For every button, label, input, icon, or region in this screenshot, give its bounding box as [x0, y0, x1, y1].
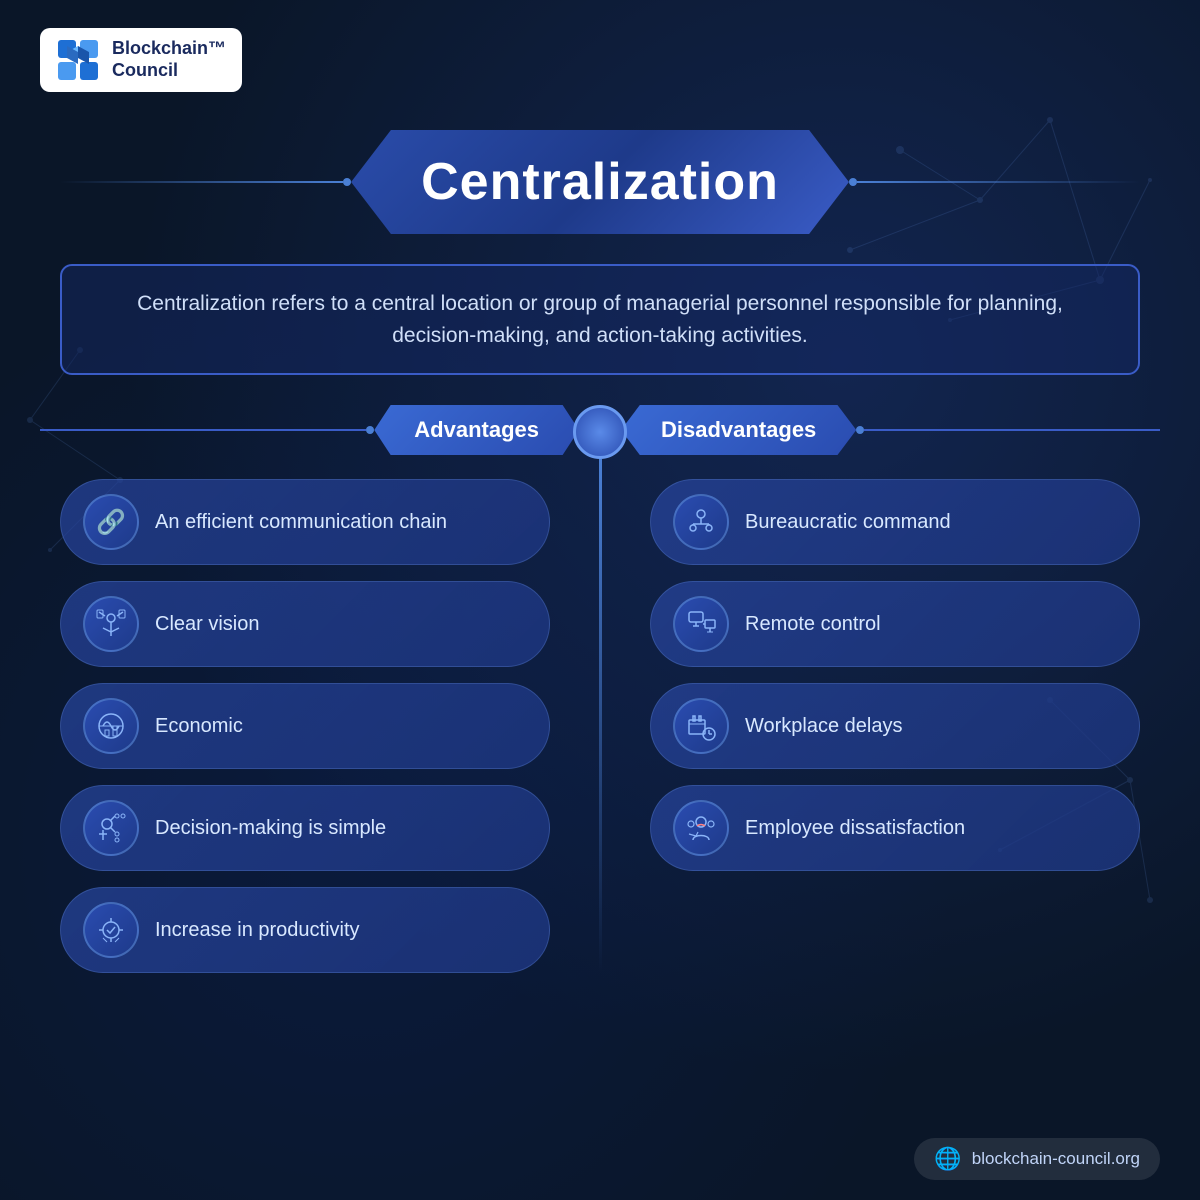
- item-label: Clear vision: [155, 611, 259, 637]
- title-line-left: [60, 181, 343, 183]
- logo-text: Blockchain™ Council: [112, 38, 226, 81]
- description-text: Centralization refers to a central locat…: [102, 288, 1098, 351]
- globe-icon: 🌐: [934, 1146, 961, 1172]
- disadvantages-list: Bureaucratic command: [600, 479, 1160, 871]
- disadvantages-dot: [856, 426, 864, 434]
- logo: Blockchain™ Council: [40, 28, 242, 92]
- advantages-header-wrap: Advantages: [40, 405, 600, 455]
- remote-icon: [673, 596, 729, 652]
- header: Blockchain™ Council: [0, 0, 1200, 120]
- footer: 🌐 blockchain-council.org: [914, 1138, 1160, 1180]
- list-item: Decision-making is simple: [60, 785, 550, 871]
- footer-url: blockchain-council.org: [972, 1149, 1140, 1169]
- economic-icon: [83, 698, 139, 754]
- title-line-right: [857, 181, 1140, 183]
- dissatisfaction-icon: [673, 800, 729, 856]
- list-item: Clear vision: [60, 581, 550, 667]
- item-label: Decision-making is simple: [155, 815, 386, 841]
- bureaucratic-icon: [673, 494, 729, 550]
- disadvantages-line: [864, 429, 1160, 431]
- decision-icon: [83, 800, 139, 856]
- title-dot-left: [343, 178, 351, 186]
- list-item: 🔗 An efficient communication chain: [60, 479, 550, 565]
- advantages-badge: Advantages: [374, 405, 579, 455]
- item-label: Employee dissatisfaction: [745, 815, 965, 841]
- logo-cube-icon: [56, 38, 100, 82]
- communication-icon: 🔗: [83, 494, 139, 550]
- disadvantages-header-wrap: Disadvantages: [600, 405, 1160, 455]
- disadvantages-column: Disadvantages: [600, 405, 1160, 973]
- productivity-icon: [83, 902, 139, 958]
- item-label: Remote control: [745, 611, 881, 637]
- center-line: [599, 459, 602, 973]
- item-label: Workplace delays: [745, 713, 902, 739]
- center-divider: [573, 405, 627, 973]
- item-label: Increase in productivity: [155, 917, 360, 943]
- disadvantages-badge: Disadvantages: [621, 405, 856, 455]
- delays-icon: [673, 698, 729, 754]
- item-label: Bureaucratic command: [745, 509, 951, 535]
- list-item: Economic: [60, 683, 550, 769]
- list-item: Employee dissatisfaction: [650, 785, 1140, 871]
- list-item: Increase in productivity: [60, 887, 550, 973]
- vision-icon: [83, 596, 139, 652]
- page-title: Centralization: [421, 152, 779, 212]
- list-item: Workplace delays: [650, 683, 1140, 769]
- list-item: Bureaucratic command: [650, 479, 1140, 565]
- item-label: An efficient communication chain: [155, 509, 447, 535]
- columns-section: Advantages 🔗 An efficient communication …: [40, 405, 1160, 973]
- title-dot-right: [849, 178, 857, 186]
- list-item: Remote control: [650, 581, 1140, 667]
- title-section: Centralization: [60, 130, 1140, 234]
- center-circle: [573, 405, 627, 459]
- advantages-line: [40, 429, 366, 431]
- description-box: Centralization refers to a central locat…: [60, 264, 1140, 375]
- advantages-dot: [366, 426, 374, 434]
- title-hexagon: Centralization: [351, 130, 849, 234]
- item-label: Economic: [155, 713, 243, 739]
- advantages-column: Advantages 🔗 An efficient communication …: [40, 405, 600, 973]
- advantages-list: 🔗 An efficient communication chain: [40, 479, 600, 973]
